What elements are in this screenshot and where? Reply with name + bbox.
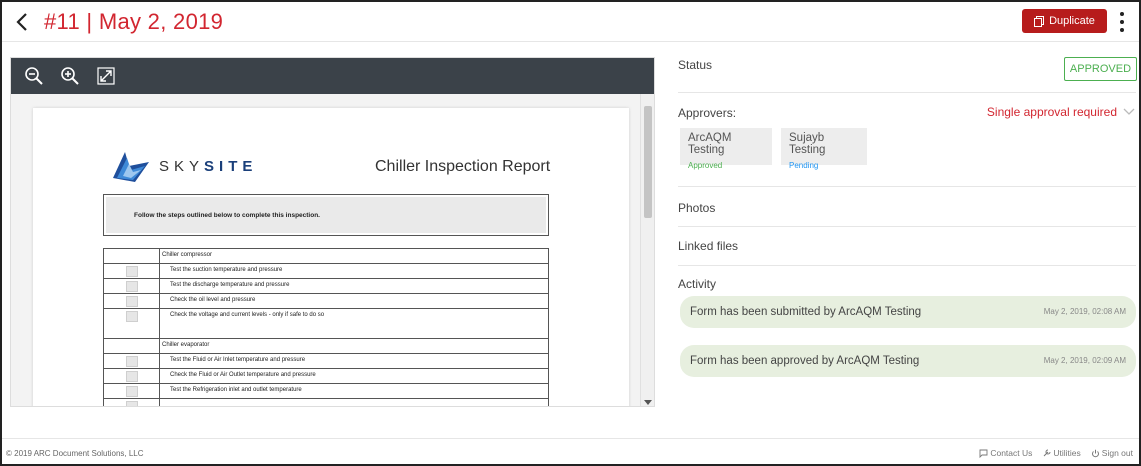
divider <box>678 186 1136 187</box>
report-title: Chiller Inspection Report <box>375 158 551 175</box>
activity-text: Form has been approved by ArcAQM Testing <box>690 355 920 367</box>
checklist-row: Test the suction temperature and pressur… <box>103 263 549 278</box>
approver-status: Approved <box>688 161 723 170</box>
document-area: SKYSITE Chiller Inspection Report Follow… <box>11 94 641 406</box>
instructions-text: Follow the steps outlined below to compl… <box>106 197 546 233</box>
activity-timestamp: May 2, 2019, 02:08 AM <box>1043 307 1126 316</box>
skysite-logo: SKYSITE <box>111 148 257 184</box>
zoom-in-icon[interactable] <box>55 61 85 91</box>
contact-us-link[interactable]: Contact Us <box>979 448 1032 458</box>
duplicate-button[interactable]: Duplicate <box>1022 9 1107 33</box>
activity-item: Form has been approved by ArcAQM Testing… <box>680 345 1136 377</box>
skysite-logo-icon <box>113 152 149 182</box>
chevron-down-icon <box>1123 108 1135 116</box>
checkbox[interactable] <box>126 401 138 406</box>
checkbox[interactable] <box>126 281 138 292</box>
checklist-row: Check the Fluid or Air Outlet temperatur… <box>103 368 549 383</box>
divider <box>678 265 1136 266</box>
approval-requirement-text: Single approval required <box>986 105 1117 119</box>
checkbox[interactable] <box>126 386 138 397</box>
checklist-row: Test the discharge temperature and press… <box>103 278 549 293</box>
checkbox[interactable] <box>126 356 138 367</box>
footer-links: Contact Us Utilities Sign out <box>969 448 1133 458</box>
zoom-out-icon[interactable] <box>19 61 49 91</box>
chat-bubble-icon <box>979 449 988 458</box>
approver-chip: ArcAQM Testing Approved <box>680 128 772 170</box>
activity-text: Form has been submitted by ArcAQM Testin… <box>690 306 922 318</box>
checkbox[interactable] <box>126 371 138 382</box>
checklist: Chiller compressor Test the suction temp… <box>103 248 549 406</box>
duplicate-icon <box>1034 15 1045 27</box>
header: #11 | May 2, 2019 Duplicate <box>2 2 1139 42</box>
sign-out-link[interactable]: Sign out <box>1091 448 1133 458</box>
footer: © 2019 ARC Document Solutions, LLC Conta… <box>2 438 1139 464</box>
divider <box>678 226 1136 227</box>
checkbox[interactable] <box>126 266 138 277</box>
fullscreen-icon[interactable] <box>91 61 121 91</box>
back-button[interactable] <box>10 10 34 34</box>
wrench-icon <box>1044 449 1051 456</box>
divider <box>678 92 1136 93</box>
viewer-toolbar <box>11 58 654 94</box>
power-icon <box>1091 449 1099 457</box>
duplicate-label: Duplicate <box>1049 15 1095 27</box>
document-viewer: SKYSITE Chiller Inspection Report Follow… <box>10 57 655 407</box>
copyright-text: © 2019 ARC Document Solutions, LLC <box>6 449 144 458</box>
page-title: #11 | May 2, 2019 <box>44 8 224 34</box>
checkbox[interactable] <box>126 296 138 307</box>
activity-item: Form has been submitted by ArcAQM Testin… <box>680 296 1136 328</box>
activity-timestamp: May 2, 2019, 02:09 AM <box>1043 356 1126 365</box>
logo-text: SKYSITE <box>159 157 258 175</box>
checklist-section-row: Chiller compressor <box>103 248 549 263</box>
more-options-icon[interactable] <box>1115 10 1129 34</box>
checklist-row: Check the oil level and pressure <box>103 293 549 308</box>
activity-label: Activity <box>678 277 717 291</box>
viewer-scrollbar[interactable] <box>640 94 654 406</box>
checklist-row <box>103 398 549 406</box>
approver-chip: Sujayb Testing Pending <box>781 128 867 170</box>
checkbox[interactable] <box>126 311 138 322</box>
chevron-left-icon <box>16 12 27 31</box>
status-badge: APPROVED <box>1064 57 1137 81</box>
checklist-row: Test the Fluid or Air Inlet temperature … <box>103 353 549 368</box>
instructions-box: Follow the steps outlined below to compl… <box>103 194 549 236</box>
scrollbar-thumb[interactable] <box>644 106 652 218</box>
approver-status: Pending <box>789 161 819 170</box>
document-page: SKYSITE Chiller Inspection Report Follow… <box>33 108 629 406</box>
approval-requirement-dropdown[interactable]: Single approval required <box>987 105 1135 119</box>
utilities-link[interactable]: Utilities <box>1042 448 1081 458</box>
scroll-down-arrow-icon[interactable] <box>644 400 652 405</box>
checklist-row: Check the voltage and current levels - o… <box>103 308 549 338</box>
checklist-row: Test the Refrigeration inlet and outlet … <box>103 383 549 398</box>
approver-name: ArcAQM Testing <box>688 132 732 156</box>
photos-section[interactable]: Photos <box>678 201 1136 215</box>
linked-files-section[interactable]: Linked files <box>678 239 1136 253</box>
approver-name: Sujayb Testing <box>789 132 826 156</box>
checklist-section-row: Chiller evaporator <box>103 338 549 353</box>
